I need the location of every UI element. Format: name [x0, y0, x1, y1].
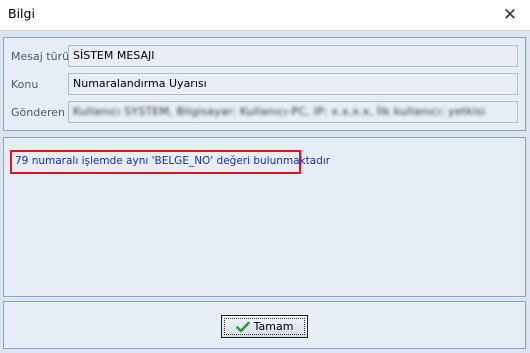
sender-value: Kullanıcı SYSTEM, Bilgisayar: Kullanıcı-…: [73, 105, 486, 118]
message-panel: 79 numaralı işlemde aynı 'BELGE_NO' değe…: [3, 137, 526, 297]
subject-field: Numaralandırma Uyarısı: [68, 73, 518, 95]
message-type-field: SİSTEM MESAJI: [68, 45, 518, 67]
subject-label: Konu: [11, 78, 39, 91]
close-button[interactable]: ✕: [490, 0, 530, 30]
ok-button[interactable]: Tamam: [221, 315, 308, 338]
info-panel: Mesaj türü SİSTEM MESAJI Konu Numaraland…: [3, 37, 526, 131]
message-type-label: Mesaj türü: [11, 50, 70, 63]
ok-button-label: Tamam: [253, 320, 294, 333]
message-highlight: 79 numaralı işlemde aynı 'BELGE_NO' değe…: [10, 150, 330, 174]
title-bar: Bilgi ✕: [0, 0, 530, 30]
sender-field: Kullanıcı SYSTEM, Bilgisayar: Kullanıcı-…: [68, 101, 518, 123]
dialog-body: Mesaj türü SİSTEM MESAJI Konu Numaraland…: [0, 30, 530, 353]
message-text: 79 numaralı işlemde aynı 'BELGE_NO' değe…: [15, 155, 331, 167]
sender-label: Gönderen: [11, 106, 65, 119]
window-title: Bilgi: [8, 6, 35, 21]
footer-panel: Tamam: [3, 301, 526, 349]
check-icon: [235, 321, 250, 332]
